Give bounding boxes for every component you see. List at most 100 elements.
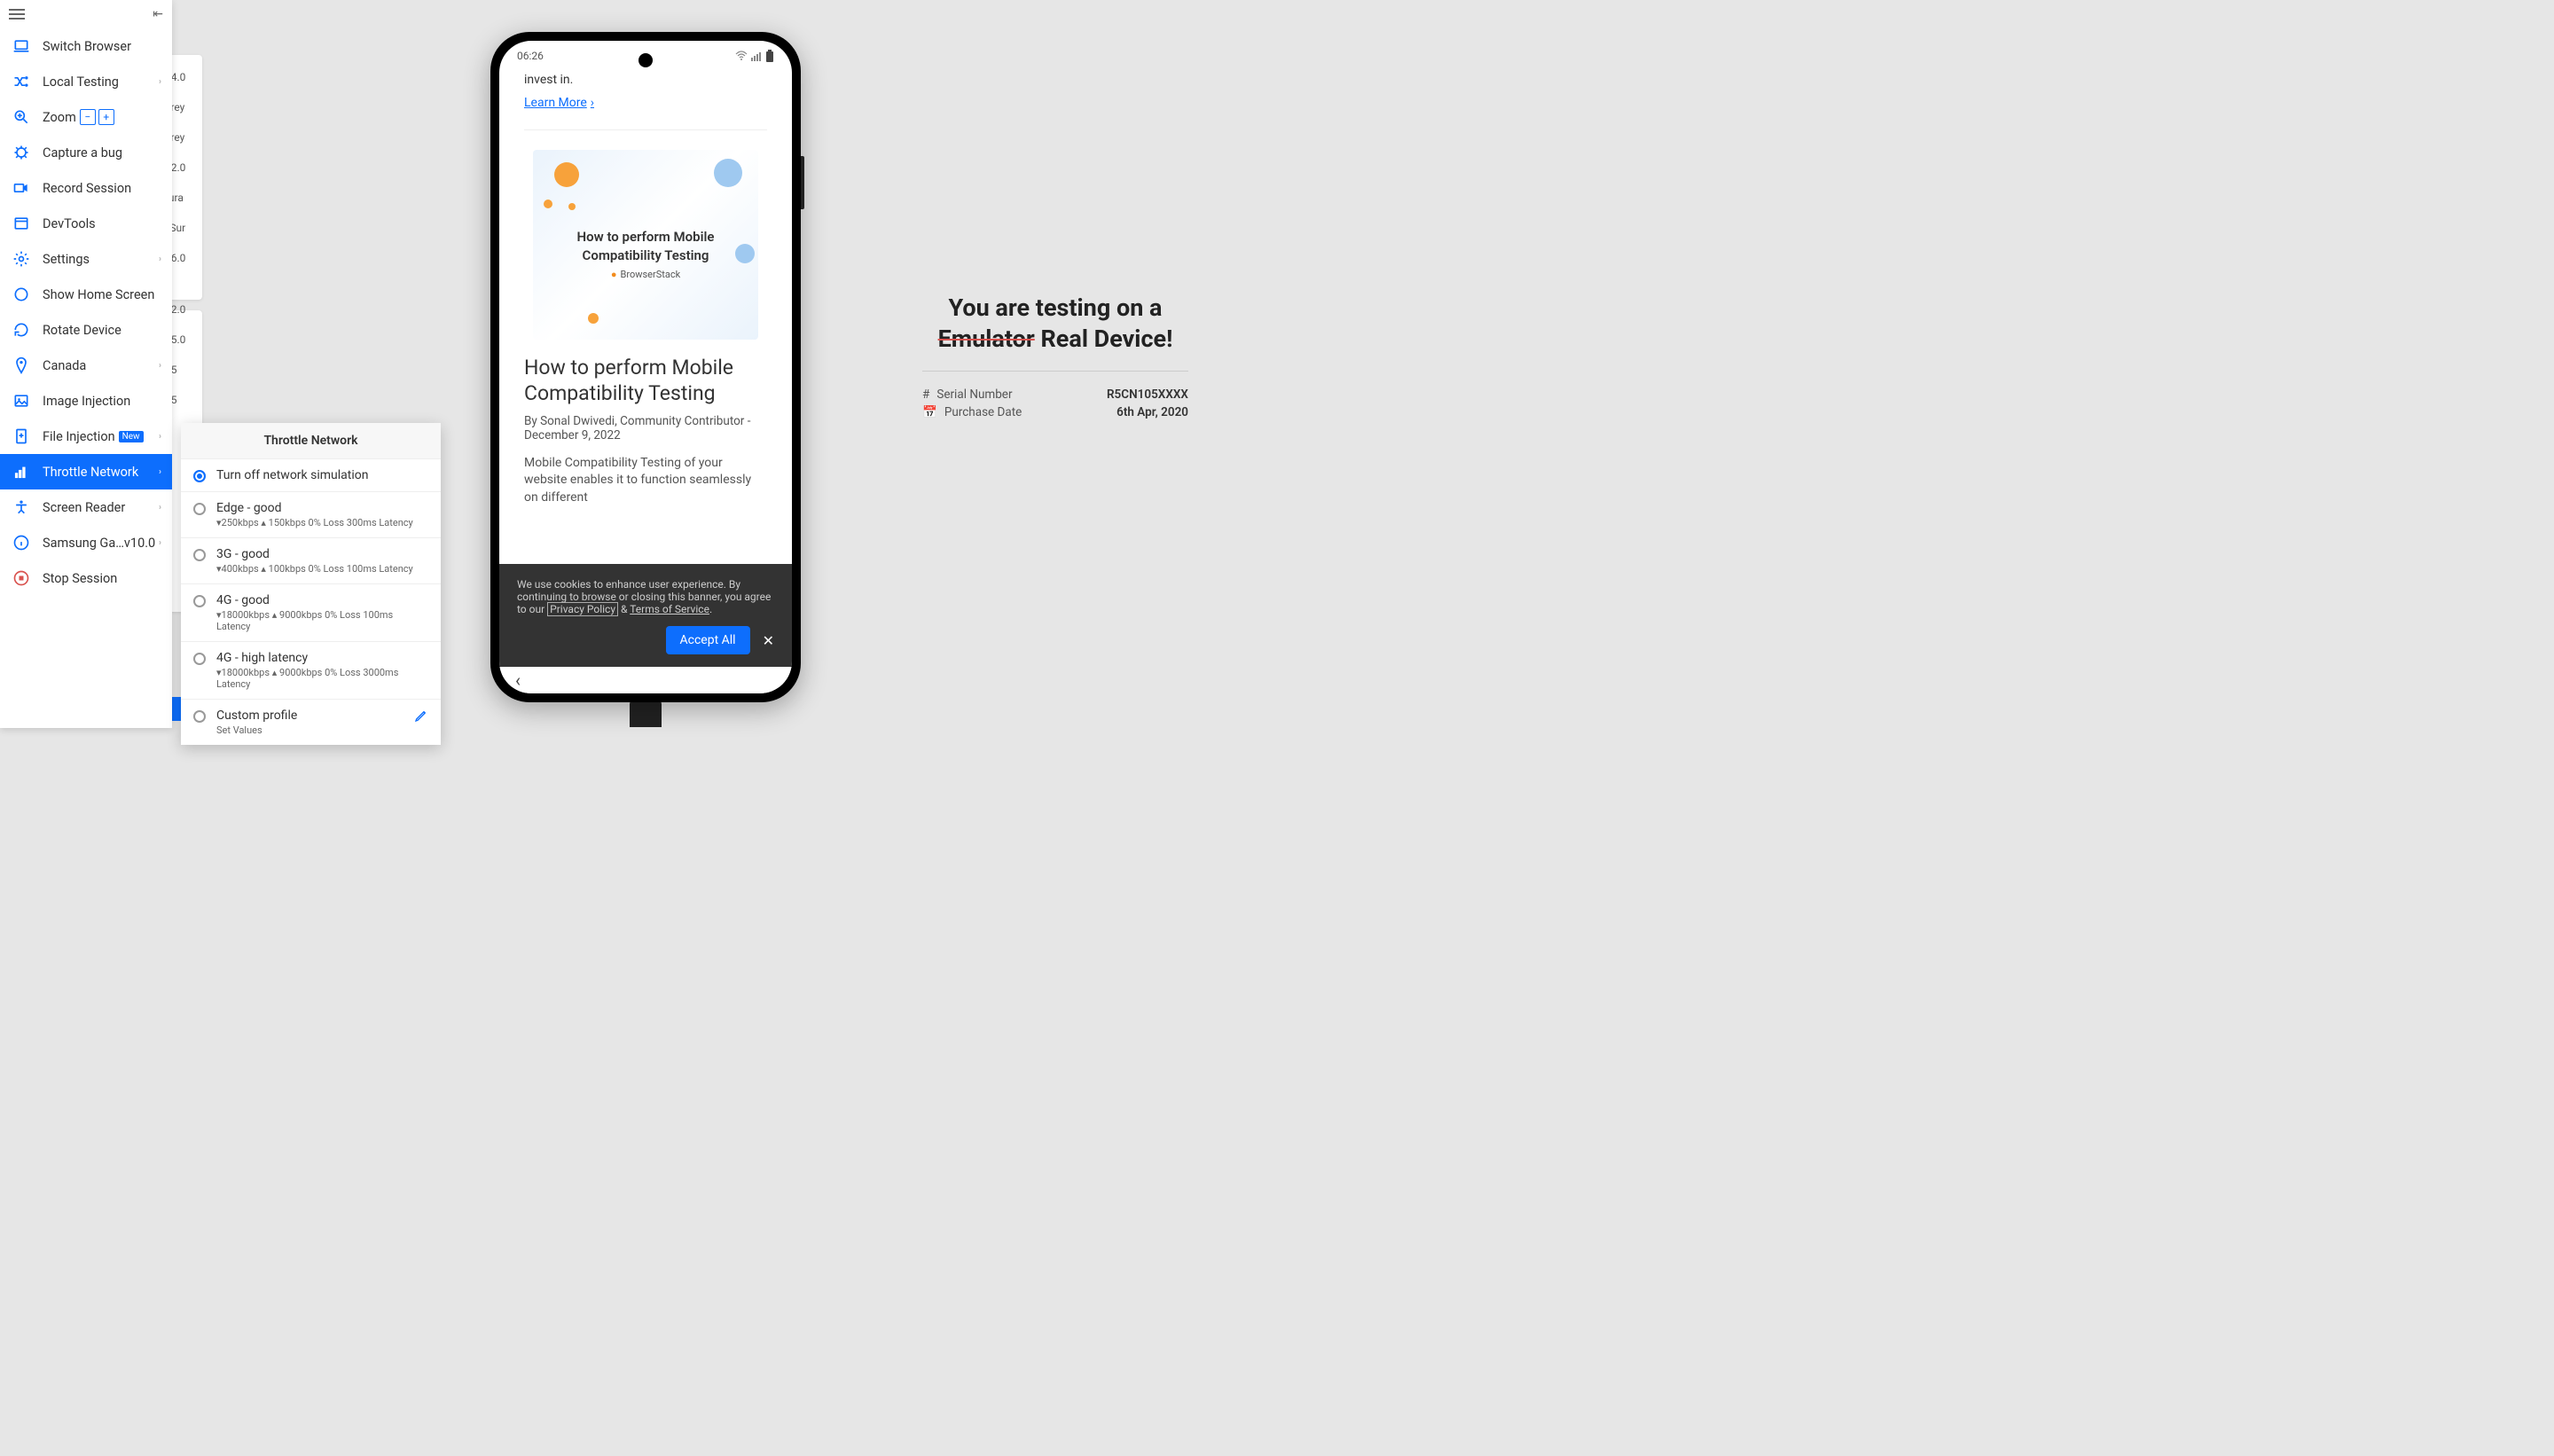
- sidebar-item-accessibility[interactable]: Screen Reader ›: [0, 489, 172, 525]
- zoom-icon: [12, 108, 30, 126]
- hamburger-icon[interactable]: [9, 13, 25, 15]
- sidebar-item-bars[interactable]: Throttle Network›: [0, 454, 172, 489]
- throttle-option-label: 3G - good: [216, 547, 413, 561]
- sidebar-item-laptop[interactable]: Switch Browser: [0, 28, 172, 64]
- device-cable: [630, 701, 662, 727]
- divider: [524, 129, 767, 130]
- radio-icon: [193, 653, 206, 665]
- sidebar-item-zoom[interactable]: Zoom−+: [0, 99, 172, 135]
- circle-icon: [12, 286, 30, 303]
- chevron-right-icon: ›: [159, 361, 161, 371]
- sidebar-item-image[interactable]: Image Injection: [0, 383, 172, 419]
- serial-label: Serial Number: [936, 387, 1012, 402]
- throttle-option-detail: Set Values: [216, 724, 297, 736]
- chevron-right-icon: ›: [159, 254, 161, 264]
- privacy-policy-link[interactable]: Privacy Policy: [547, 602, 618, 616]
- radio-icon: [193, 470, 206, 482]
- chevron-right-icon: ›: [159, 538, 161, 548]
- sidebar-item-devtools[interactable]: DevTools: [0, 206, 172, 241]
- collapse-icon[interactable]: ⇤: [153, 7, 163, 21]
- card-title: How to perform Mobile Compatibility Test…: [533, 228, 758, 265]
- sidebar-item-label: Samsung Ga…v10.0: [43, 536, 155, 551]
- sidebar-item-gear[interactable]: Settings ›: [0, 241, 172, 277]
- device-info-panel: You are testing on a Emulator Real Devic…: [922, 293, 1188, 423]
- sidebar-item-pin[interactable]: Canada ›: [0, 348, 172, 383]
- sidebar-item-bug[interactable]: Capture a bug: [0, 135, 172, 170]
- sidebar-item-label: Zoom: [43, 110, 76, 125]
- shuffle-icon: [12, 73, 30, 90]
- battery-icon: [765, 50, 774, 62]
- radio-icon: [193, 595, 206, 607]
- device-screen[interactable]: 06:26 invest in. Learn More How to perfo…: [499, 41, 792, 693]
- bug-icon: [12, 144, 30, 161]
- status-time: 06:26: [517, 50, 544, 62]
- throttle-option-1[interactable]: Edge - good▾250kbps ▴ 150kbps 0% Loss 30…: [181, 491, 441, 537]
- image-icon: [12, 392, 30, 410]
- article-body: Mobile Compatibility Testing of your web…: [524, 455, 767, 507]
- file-icon: [12, 427, 30, 445]
- sidebar-item-circle[interactable]: Show Home Screen: [0, 277, 172, 312]
- sidebar-item-label: Local Testing: [43, 74, 119, 90]
- sidebar-item-info[interactable]: Samsung Ga…v10.0 ›: [0, 525, 172, 560]
- throttle-option-label: 4G - good: [216, 593, 428, 607]
- throttle-option-3[interactable]: 4G - good ▾18000kbps ▴ 9000kbps 0% Loss 1…: [181, 583, 441, 641]
- sidebar-item-label: Canada: [43, 358, 86, 373]
- throttle-option-2[interactable]: 3G - good ▾400kbps ▴ 100kbps 0% Loss 100m…: [181, 537, 441, 583]
- article-title[interactable]: How to perform Mobile Compatibility Test…: [524, 356, 767, 407]
- cookie-banner: We use cookies to enhance user experienc…: [499, 564, 792, 667]
- chevron-right-icon: ›: [159, 77, 161, 87]
- sidebar-item-label: Settings: [43, 252, 90, 267]
- device-frame: 06:26 invest in. Learn More How to perfo…: [490, 32, 801, 702]
- camera-notch: [638, 53, 653, 67]
- signal-icon: [751, 51, 762, 61]
- sidebar-item-file[interactable]: File InjectionNew›: [0, 419, 172, 454]
- throttle-option-4[interactable]: 4G - high latency▾18000kbps ▴ 9000kbps 0…: [181, 641, 441, 699]
- sidebar-item-shuffle[interactable]: Local Testing ›: [0, 64, 172, 99]
- stop-icon: [12, 569, 30, 587]
- accessibility-icon: [12, 498, 30, 516]
- chevron-right-icon: ›: [159, 503, 161, 513]
- calendar-icon: 📅: [922, 405, 937, 419]
- edit-icon[interactable]: [414, 708, 428, 726]
- serial-value: R5CN105XXXX: [1107, 387, 1188, 402]
- throttle-option-label: Custom profile: [216, 708, 297, 723]
- date-label: Purchase Date: [944, 405, 1022, 419]
- sidebar-item-label: DevTools: [43, 216, 96, 231]
- throttle-option-detail: ▾18000kbps ▴ 9000kbps 0% Loss 100ms Late…: [216, 609, 428, 632]
- sidebar-item-stop[interactable]: Stop Session: [0, 560, 172, 596]
- sidebar-item-label: Image Injection: [43, 394, 130, 409]
- article-snippet: invest in.: [524, 73, 767, 87]
- accept-all-button[interactable]: Accept All: [666, 626, 750, 654]
- zoom-in-button[interactable]: +: [98, 109, 114, 125]
- laptop-icon: [12, 37, 30, 55]
- radio-icon: [193, 549, 206, 561]
- terms-link[interactable]: Terms of Service: [630, 603, 709, 615]
- throttle-option-label: 4G - high latency: [216, 651, 428, 665]
- article-byline: By Sonal Dwivedi, Community Contributor …: [524, 414, 767, 442]
- info-icon: [12, 534, 30, 552]
- sidebar-item-label: Record Session: [43, 181, 131, 196]
- hash-icon: #: [922, 387, 929, 402]
- sidebar-item-video[interactable]: Record Session: [0, 170, 172, 206]
- zoom-out-button[interactable]: −: [80, 109, 96, 125]
- sidebar-item-label: Stop Session: [43, 571, 117, 586]
- sidebar-item-label: Switch Browser: [43, 39, 131, 54]
- throttle-option-0[interactable]: Turn off network simulation: [181, 458, 441, 491]
- date-value: 6th Apr, 2020: [1116, 405, 1188, 419]
- close-icon[interactable]: ✕: [763, 632, 774, 649]
- sidebar-item-label: File Injection: [43, 429, 115, 444]
- radio-icon: [193, 503, 206, 515]
- sidebar: ⇤ Switch BrowserLocal Testing›Zoom−+Capt…: [0, 0, 172, 728]
- learn-more-link[interactable]: Learn More: [524, 96, 594, 110]
- sidebar-item-rotate[interactable]: Rotate Device: [0, 312, 172, 348]
- headline: You are testing on a Emulator Real Devic…: [922, 293, 1188, 355]
- throttle-option-detail: ▾400kbps ▴ 100kbps 0% Loss 100ms Latency: [216, 563, 413, 575]
- throttle-option-5[interactable]: Custom profileSet Values: [181, 699, 441, 745]
- chevron-right-icon: ›: [159, 467, 161, 477]
- rotate-icon: [12, 321, 30, 339]
- article-card-image[interactable]: How to perform Mobile Compatibility Test…: [533, 150, 758, 340]
- card-brand: BrowserStack: [533, 269, 758, 280]
- back-icon[interactable]: ‹: [515, 669, 521, 691]
- sidebar-item-label: Screen Reader: [43, 500, 125, 515]
- devtools-icon: [12, 215, 30, 232]
